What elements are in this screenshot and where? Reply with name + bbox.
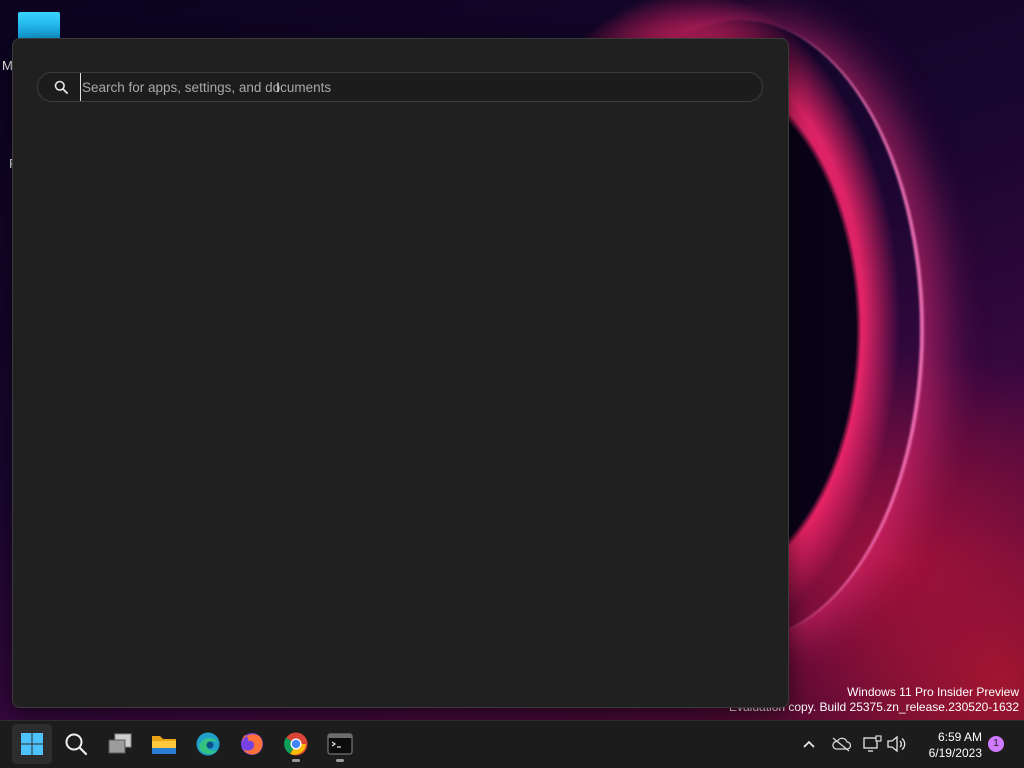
cloud-offline-icon <box>832 737 851 752</box>
chrome-button[interactable] <box>276 724 316 764</box>
clock-time: 6:59 AM <box>937 730 982 744</box>
start-button[interactable] <box>12 724 52 764</box>
ibeam-cursor-icon: I <box>276 79 280 95</box>
search-icon <box>54 80 68 94</box>
onedrive-tray-button[interactable] <box>830 733 852 755</box>
task-view-button[interactable] <box>100 724 140 764</box>
running-indicator <box>336 759 344 762</box>
desktop-shortcut-icon[interactable] <box>18 12 60 40</box>
firefox-button[interactable] <box>232 724 272 764</box>
volume-icon <box>887 735 906 753</box>
chevron-up-icon <box>803 740 815 748</box>
file-explorer-button[interactable] <box>144 724 184 764</box>
firefox-icon <box>241 733 263 755</box>
network-tray-button[interactable] <box>861 733 883 755</box>
search-flyout-panel <box>12 38 789 708</box>
search-icon <box>65 733 88 756</box>
search-input[interactable] <box>80 73 742 101</box>
edge-button[interactable] <box>188 724 228 764</box>
taskbar-clock[interactable]: 6:59 AM 6/19/2023 <box>912 729 982 761</box>
taskbar-search-button[interactable] <box>56 724 96 764</box>
volume-tray-button[interactable] <box>885 733 907 755</box>
running-indicator <box>292 759 300 762</box>
chrome-icon <box>284 732 308 756</box>
edge-icon <box>196 732 220 756</box>
clock-date: 6/19/2023 <box>928 746 982 760</box>
network-icon <box>863 735 882 752</box>
windows-logo-icon <box>21 733 43 755</box>
search-box[interactable] <box>37 72 763 102</box>
terminal-button[interactable] <box>320 724 360 764</box>
taskbar: 6:59 AM 6/19/2023 <box>0 720 1024 768</box>
notification-badge[interactable]: 1 <box>988 736 1004 752</box>
folder-icon <box>152 736 176 754</box>
task-view-icon <box>108 733 132 754</box>
show-hidden-icons-button[interactable] <box>798 733 820 755</box>
terminal-icon <box>327 733 353 755</box>
